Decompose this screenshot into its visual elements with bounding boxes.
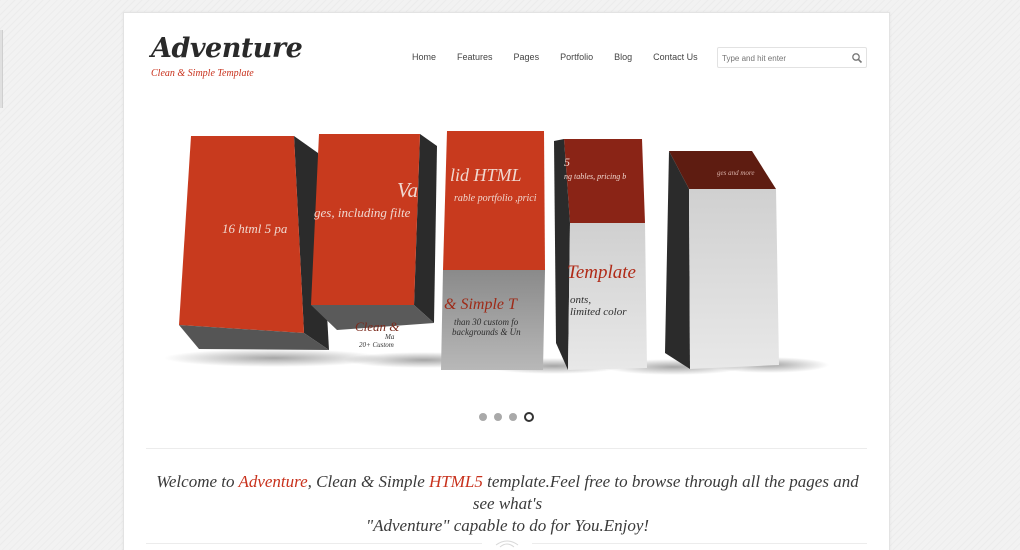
logo-title[interactable]: Adventure [151,35,303,62]
slide-text-custom-1: Ma [384,333,395,341]
slider-dot-2[interactable] [494,413,502,421]
slider-dot-1[interactable] [479,413,487,421]
welcome-part-2: , Clean & Simple [307,472,430,491]
ornament-icon [495,540,519,548]
slide-text-fonts-4: limited color [570,306,627,318]
search-box [717,47,867,68]
slide-text-fonts-1: than 30 custom fo [454,317,519,327]
nav-pages[interactable]: Pages [514,52,540,62]
slider-boxes-graphic: 16 html 5 pa ges, including filte Va lid… [164,131,829,375]
welcome-line-2: "Adventure" capable to do for You.Enjoy! [365,516,650,535]
slide-text-fonts-2: backgrounds & Un [452,327,521,337]
slide-text-portfolio: rable portfolio ,prici [454,193,537,204]
slider-dot-4-active[interactable] [524,412,534,422]
slide-text-pages-cont: ges, including filte [314,205,411,220]
slide-text-clean: Clean & [355,319,400,334]
main-nav: Home Features Pages Portfolio Blog Conta… [412,52,719,62]
page-container: Adventure Clean & Simple Template Home F… [123,12,890,550]
slide-text-fonts-3: onts, [570,294,591,306]
search-icon[interactable] [851,52,863,64]
welcome-part-1: Welcome to [156,472,239,491]
logo-tagline: Clean & Simple Template [151,68,254,79]
divider-top [146,448,867,449]
nav-contact-us[interactable]: Contact Us [653,52,698,62]
search-input[interactable] [722,51,846,65]
slider-box-1 [179,136,329,350]
slider-3d: 16 html 5 pa ges, including filte Va lid… [154,113,854,393]
nav-blog[interactable]: Blog [614,52,632,62]
welcome-brand-link[interactable]: Adventure [238,472,307,491]
slider-box-2 [311,134,437,330]
slide-text-template: Template [567,262,636,283]
slide-text-pricing: ng tables, pricing b [564,172,626,181]
ornament-divider [482,537,532,550]
slide-text-simple: & Simple T [444,296,518,313]
nav-home[interactable]: Home [412,52,436,62]
slide-text-valid-html: lid HTML [450,165,522,185]
left-edge-tab [0,30,3,108]
slider-box-5 [665,151,779,369]
slider-pagination [479,412,541,422]
slide-text-custom-2: 20+ Custom [359,341,394,349]
slide-text-five: 5 [564,155,570,169]
nav-portfolio[interactable]: Portfolio [560,52,593,62]
welcome-html5-link[interactable]: HTML5 [429,472,483,491]
slide-text-valid: Va [397,178,418,202]
welcome-text: Welcome to Adventure, Clean & Simple HTM… [146,471,869,537]
nav-features[interactable]: Features [457,52,493,62]
slide-text-more: ges and more [717,169,754,177]
slide-text-pages: 16 html 5 pa [222,221,288,236]
slider-dot-3[interactable] [509,413,517,421]
welcome-part-3: template.Feel free to browse through all… [472,472,859,513]
